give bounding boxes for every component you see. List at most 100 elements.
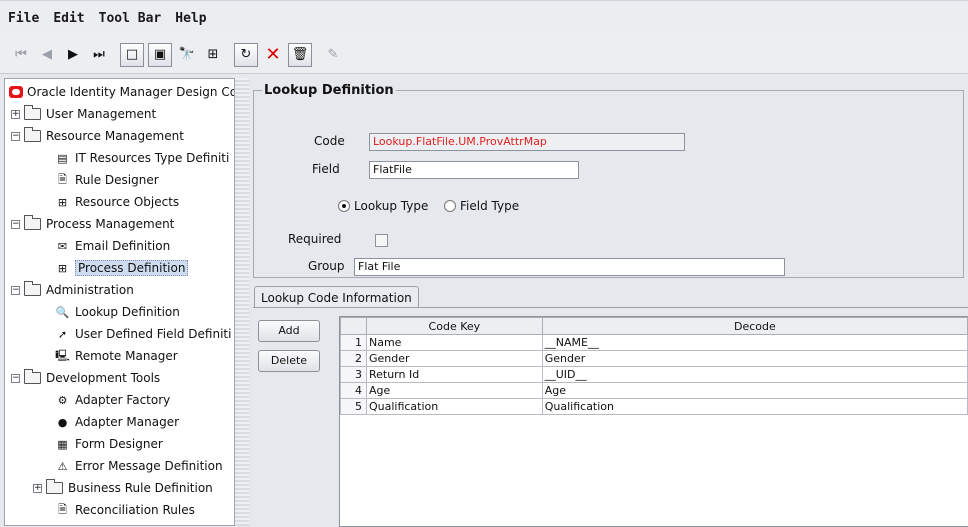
collapse-icon[interactable]: − (11, 219, 20, 229)
refresh-icon[interactable]: ↻ (234, 42, 258, 67)
toolbar: ⏮ ◀ ▶ ⏭ □ ▣ 🔭 ⊞ ↻ ✕ 🗑 ✎ (0, 36, 968, 74)
form-title: Lookup Definition (262, 83, 396, 98)
field-type-radio[interactable]: Field Type (444, 199, 519, 213)
delete-icon[interactable]: 🗑 (288, 42, 312, 67)
table-header-row: Code Key Decode (340, 317, 968, 335)
decode-cell[interactable]: Age (541, 382, 968, 399)
it-resource-icon: ▤ (57, 151, 68, 165)
new-form-icon[interactable]: □ (120, 42, 144, 67)
radio-unselected-icon (444, 200, 456, 212)
lookup-code-panel: Add Delete Code Key Decode 1 Name __NAME… (253, 307, 968, 527)
menu-help[interactable]: Help (175, 11, 206, 26)
table-row[interactable]: 5 Qualification Qualification (340, 398, 968, 415)
save-icon[interactable]: ✎ (322, 43, 344, 67)
process-definition-icon: ⊞ (57, 261, 68, 275)
menu-toolbar[interactable]: Tool Bar (99, 11, 162, 26)
row-number-header (340, 317, 367, 335)
code-key-cell[interactable]: Age (365, 382, 543, 399)
table-row[interactable]: 4 Age Age (340, 382, 968, 399)
tree-item-form-designer[interactable]: ▦ Form Designer (55, 433, 163, 455)
tree-item-adapter-manager[interactable]: ● Adapter Manager (55, 411, 179, 433)
tree-folder-process-management[interactable]: − Process Management (11, 213, 174, 235)
tree-item-label: Error Message Definition (75, 459, 223, 473)
tree-item-process-definition[interactable]: ⊞ Process Definition (55, 257, 189, 279)
folder-icon (24, 281, 41, 296)
folder-icon (24, 105, 41, 120)
decode-header[interactable]: Decode (541, 317, 968, 335)
menu-edit[interactable]: Edit (53, 11, 84, 26)
tree-item-label: IT Resources Type Definiti (75, 151, 230, 165)
radio-selected-icon (338, 200, 350, 212)
table-row[interactable]: 2 Gender Gender (340, 350, 968, 367)
tree-item-resource-objects[interactable]: ⊞ Resource Objects (55, 191, 179, 213)
lookup-type-radio[interactable]: Lookup Type (338, 199, 428, 213)
warning-icon: ⚠ (57, 459, 68, 473)
remote-manager-icon: 🖳 (55, 348, 70, 362)
tree-folder-user-management[interactable]: + User Management (11, 103, 156, 125)
expand-icon[interactable]: + (11, 109, 20, 119)
code-key-cell[interactable]: Qualification (365, 398, 543, 415)
tree-item-user-defined-field[interactable]: ➚ User Defined Field Definiti (55, 323, 232, 345)
required-checkbox[interactable] (375, 234, 388, 247)
tree-item-label: Resource Objects (75, 195, 180, 209)
tree-folder-administration[interactable]: − Administration (11, 279, 134, 301)
tree-folder-business-rule[interactable]: + Business Rule Definition (33, 477, 213, 499)
first-record-icon[interactable]: ⏮ (10, 43, 32, 67)
user-defined-field-icon: ➚ (57, 327, 68, 341)
table-row[interactable]: 1 Name __NAME__ (340, 334, 968, 351)
row-number: 1 (340, 334, 367, 351)
previous-record-icon[interactable]: ◀ (36, 43, 58, 67)
tree-item-email-definition[interactable]: ✉ Email Definition (55, 235, 170, 257)
last-record-icon[interactable]: ⏭ (88, 43, 110, 67)
code-key-cell[interactable]: Return Id (365, 366, 543, 383)
lookup-definition-group: Lookup Definition Code Lookup.FlatFile.U… (253, 83, 964, 278)
add-button[interactable]: Add (258, 320, 320, 342)
code-key-cell[interactable]: Name (365, 334, 543, 351)
lookup-icon: 🔍 (55, 305, 70, 319)
next-record-icon[interactable]: ▶ (62, 43, 84, 67)
code-key-cell[interactable]: Gender (365, 350, 543, 367)
code-field: Lookup.FlatFile.UM.ProvAttrMap (369, 133, 685, 151)
tree-item-label: User Management (46, 107, 157, 121)
tree-folder-development-tools[interactable]: − Development Tools (11, 367, 160, 389)
tree-item-lookup-definition[interactable]: 🔍 Lookup Definition (55, 301, 180, 323)
menu-file[interactable]: File (8, 11, 39, 26)
lookup-type-label: Lookup Type (354, 199, 429, 213)
tree-root[interactable]: Oracle Identity Manager Design Co (9, 81, 234, 103)
decode-cell[interactable]: Gender (541, 350, 968, 367)
email-icon: ✉ (57, 239, 68, 253)
field-input[interactable]: FlatFile (369, 161, 579, 179)
tree-item-error-message[interactable]: ⚠ Error Message Definition (55, 455, 223, 477)
decode-cell[interactable]: __NAME__ (541, 334, 968, 351)
group-input[interactable]: Flat File (354, 258, 785, 276)
tree-item-reconciliation-rules[interactable]: 🗎 Reconciliation Rules (55, 499, 195, 521)
cancel-icon[interactable]: ✕ (262, 43, 284, 67)
tree-icon[interactable]: ⊞ (202, 43, 224, 67)
tree-folder-resource-management[interactable]: − Resource Management (11, 125, 184, 147)
code-label: Code (314, 134, 345, 148)
splitter[interactable] (235, 78, 249, 526)
tree-item-rule-designer[interactable]: 🗎 Rule Designer (55, 169, 159, 191)
tree-item-it-resources-type[interactable]: ▤ IT Resources Type Definiti (55, 147, 229, 169)
table-row[interactable]: 3 Return Id __UID__ (340, 366, 968, 383)
decode-cell[interactable]: Qualification (541, 398, 968, 415)
collapse-icon[interactable]: − (11, 373, 20, 383)
tree-item-adapter-factory[interactable]: ⚙ Adapter Factory (55, 389, 171, 411)
tree-item-remote-manager[interactable]: 🖳 Remote Manager (55, 345, 178, 367)
decode-cell[interactable]: __UID__ (541, 366, 968, 383)
delete-button[interactable]: Delete (258, 350, 320, 372)
assign-icon[interactable]: ▣ (148, 42, 172, 67)
collapse-icon[interactable]: − (11, 131, 20, 141)
resource-object-icon: ⊞ (57, 195, 68, 209)
oracle-logo-icon (9, 86, 23, 98)
tab-lookup-code-information[interactable]: Lookup Code Information (254, 286, 419, 308)
expand-icon[interactable]: + (33, 483, 42, 493)
find-icon[interactable]: 🔭 (176, 43, 198, 67)
code-key-header[interactable]: Code Key (365, 317, 543, 335)
tree-item-label: Adapter Factory (75, 393, 171, 407)
collapse-icon[interactable]: − (11, 285, 20, 295)
tree-item-label: Reconciliation Rules (75, 503, 195, 517)
navigation-tree: Oracle Identity Manager Design Co + User… (4, 78, 235, 526)
required-label: Required (288, 232, 342, 246)
rule-designer-icon: 🗎 (58, 172, 67, 186)
